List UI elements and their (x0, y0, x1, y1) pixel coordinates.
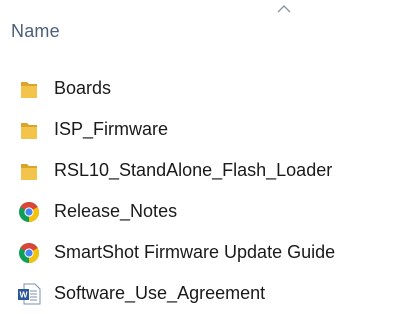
file-label: RSL10_StandAlone_Flash_Loader (54, 160, 333, 180)
chevron-up-icon[interactable] (276, 4, 292, 14)
file-label: Software_Use_Agreement (54, 283, 266, 303)
word-document-icon: W (18, 283, 41, 305)
column-header: Name (0, 0, 402, 52)
folder-icon (21, 82, 37, 98)
svg-text:W: W (19, 290, 28, 300)
file-row-smartshot-guide[interactable]: SmartShot Firmware Update Guide (0, 232, 402, 273)
file-row-isp-firmware[interactable]: ISP_Firmware (0, 109, 402, 150)
file-row-release-notes[interactable]: Release_Notes (0, 191, 402, 232)
file-list: Boards ISP_Firmware RSL10_StandAlone_Fla… (0, 68, 402, 314)
file-label: Boards (54, 78, 112, 98)
folder-icon (21, 164, 37, 180)
file-row-boards[interactable]: Boards (0, 68, 402, 109)
name-column-header[interactable]: Name (11, 20, 60, 42)
folder-icon (21, 123, 37, 139)
file-label: ISP_Firmware (54, 119, 169, 139)
chrome-icon (19, 202, 39, 222)
file-label: Release_Notes (54, 201, 178, 221)
file-row-rsl10-flash-loader[interactable]: RSL10_StandAlone_Flash_Loader (0, 150, 402, 191)
file-label: SmartShot Firmware Update Guide (54, 242, 336, 262)
chrome-icon (19, 243, 39, 263)
